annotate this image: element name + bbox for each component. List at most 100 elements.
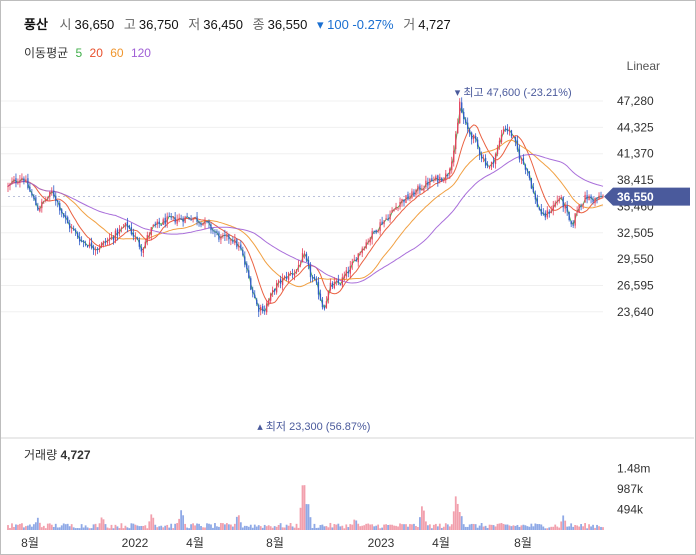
volume-bar	[492, 525, 495, 530]
candle-body	[188, 217, 190, 219]
volume-bar	[166, 524, 169, 530]
volume-bar	[267, 525, 270, 530]
volume-bar	[452, 511, 455, 530]
candle-body	[572, 224, 574, 226]
candle-body	[27, 178, 29, 188]
candle-body	[486, 164, 489, 166]
volume-bar	[289, 523, 292, 530]
volume-bar	[341, 525, 344, 530]
volume-bar	[134, 524, 137, 530]
candle-body	[152, 225, 154, 227]
volume-bar	[423, 510, 425, 530]
volume-bar	[184, 523, 187, 530]
candle-body	[379, 222, 381, 232]
candle-body	[126, 221, 129, 228]
candle-body	[144, 241, 146, 248]
candle-body	[381, 221, 383, 225]
candle-body	[558, 198, 560, 202]
candle-body	[287, 273, 290, 280]
volume-bar	[261, 527, 264, 530]
volume-bar	[56, 527, 59, 530]
candle-body	[142, 248, 144, 253]
volume-bar	[403, 524, 405, 530]
volume-bar	[526, 526, 529, 530]
candle-body	[552, 205, 554, 211]
price-tick-label: 47,280	[617, 94, 654, 108]
volume-bar	[92, 524, 95, 530]
volume-bar	[17, 524, 19, 530]
volume-bar	[208, 523, 210, 530]
volume-bar	[247, 526, 250, 530]
volume-bar	[448, 526, 451, 530]
candle-body	[598, 195, 600, 200]
candle-body	[94, 249, 97, 251]
volume-bar	[361, 525, 364, 530]
volume-bar	[174, 523, 177, 530]
candle-body	[435, 176, 437, 181]
price-chart[interactable]: 47,28044,32541,37038,41535,46032,50529,5…	[0, 0, 696, 555]
candle-body	[504, 128, 507, 130]
volume-bar	[299, 507, 302, 530]
candle-body	[240, 244, 242, 249]
volume-bar	[572, 526, 575, 530]
candle-body	[516, 140, 519, 150]
candle-body	[291, 273, 294, 275]
candle-body	[128, 225, 131, 229]
volume-bar	[460, 516, 463, 530]
candle-body	[279, 279, 282, 284]
candle-body	[532, 186, 535, 193]
candle-body	[307, 260, 310, 266]
volume-tick-label: 494k	[617, 503, 644, 517]
volume-bar	[434, 523, 437, 530]
volume-bar	[333, 524, 336, 530]
candle-body	[266, 303, 268, 313]
candle-body	[285, 276, 288, 279]
candle-body	[317, 281, 320, 295]
candle-body	[106, 239, 109, 243]
candle-body	[301, 253, 304, 263]
candle-body	[277, 280, 280, 283]
candle-body	[564, 205, 566, 209]
candle-body	[75, 229, 77, 233]
volume-bar	[152, 517, 155, 530]
volume-bar	[329, 522, 332, 530]
candle-body	[23, 178, 25, 182]
candle-body	[361, 248, 363, 254]
volume-bar	[369, 524, 372, 530]
volume-bar	[359, 526, 362, 530]
volume-bar	[182, 515, 185, 530]
candle-body	[17, 182, 19, 184]
volume-bar	[500, 522, 503, 530]
volume-bar	[488, 524, 491, 530]
candle-body	[29, 186, 31, 192]
candle-body	[578, 204, 580, 213]
candle-body	[124, 222, 127, 227]
volume-bar	[417, 527, 419, 530]
candle-body	[375, 230, 377, 233]
volume-bar	[198, 523, 200, 530]
candle-body	[202, 222, 204, 226]
volume-bar	[271, 527, 274, 530]
volume-bar	[446, 524, 449, 530]
candle-body	[256, 299, 258, 305]
volume-bar	[237, 515, 240, 530]
volume-bar	[116, 526, 119, 530]
volume-bar	[534, 523, 537, 530]
candle-body	[67, 217, 69, 224]
volume-bar	[88, 528, 91, 530]
volume-bar	[335, 524, 338, 530]
volume-bar	[424, 521, 427, 530]
volume-bar	[249, 524, 252, 530]
candle-body	[274, 288, 276, 292]
candle-body	[463, 111, 465, 119]
candle-body	[439, 176, 441, 182]
candle-body	[108, 238, 111, 241]
volume-bar	[255, 526, 258, 530]
candle-body	[546, 210, 548, 218]
volume-bar	[190, 524, 192, 530]
candle-body	[283, 276, 286, 279]
candle-body	[262, 306, 264, 312]
volume-bar	[325, 526, 328, 530]
candle-body	[19, 179, 21, 183]
volume-bar	[568, 526, 571, 530]
